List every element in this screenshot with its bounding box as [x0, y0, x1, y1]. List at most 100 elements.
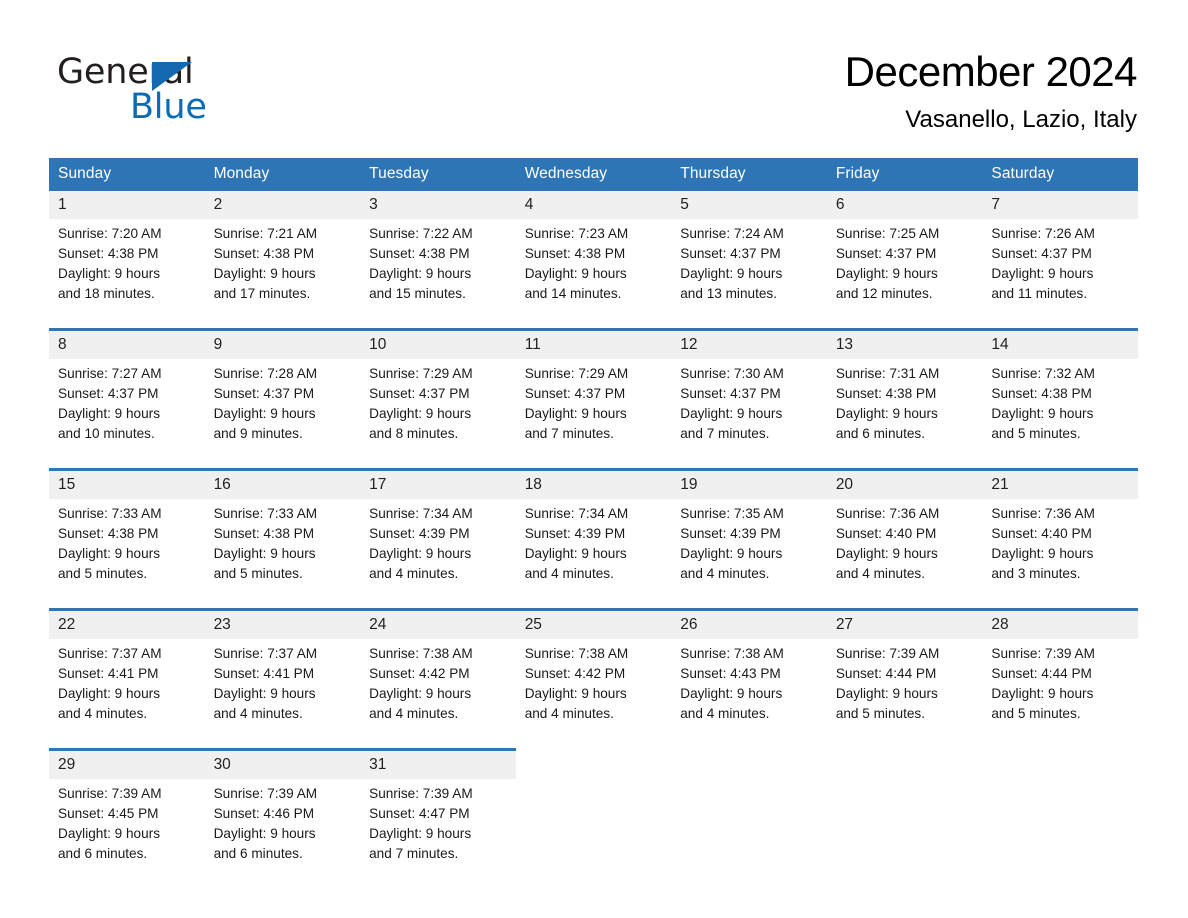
- day-details: Sunrise: 7:31 AM Sunset: 4:38 PM Daylight:…: [826, 359, 983, 470]
- day-daylight-2-text: and 7 minutes.: [369, 846, 459, 861]
- day-daylight-2-text: and 4 minutes.: [835, 566, 925, 581]
- day-details: Sunrise: 7:29 AM Sunset: 4:37 PM Daylight:…: [360, 359, 516, 470]
- day-number[interactable]: 9: [204, 328, 361, 359]
- day-sunset-text: Sunset: 4:46 PM: [213, 806, 315, 821]
- day-sunrise-text: Sunrise: 7:26 AM: [991, 226, 1095, 241]
- weekday-header-sunday: Sunday: [49, 158, 205, 191]
- day-number[interactable]: 11: [515, 328, 672, 359]
- day-sunrise-text: Sunrise: 7:38 AM: [524, 646, 629, 661]
- day-sunrise-text: Sunrise: 7:29 AM: [369, 366, 473, 381]
- day-number[interactable]: 15: [49, 468, 205, 499]
- day-number[interactable]: 22: [49, 608, 205, 639]
- day-number[interactable]: 14: [982, 328, 1138, 359]
- day-sunrise-text: Sunrise: 7:36 AM: [991, 506, 1095, 521]
- day-sunset-text: Sunset: 4:38 PM: [213, 246, 315, 261]
- day-sunset-text: Sunset: 4:38 PM: [991, 386, 1092, 401]
- day-number[interactable]: 25: [515, 608, 672, 639]
- day-details: Sunrise: 7:38 AM Sunset: 4:42 PM Daylight:…: [360, 639, 516, 750]
- day-daylight-1-text: Daylight: 9 hours: [680, 686, 783, 701]
- day-number[interactable]: 2: [204, 191, 361, 219]
- day-sunset-text: Sunset: 4:40 PM: [991, 526, 1092, 541]
- day-number[interactable]: 30: [204, 748, 361, 779]
- empty-cell: [516, 750, 672, 780]
- day-daylight-2-text: and 11 minutes.: [991, 286, 1088, 301]
- day-number[interactable]: 1: [49, 191, 205, 219]
- day-sunset-text: Sunset: 4:42 PM: [524, 666, 626, 681]
- day-sunrise-text: Sunrise: 7:22 AM: [369, 226, 473, 241]
- day-number[interactable]: 23: [204, 608, 361, 639]
- day-sunrise-text: Sunrise: 7:34 AM: [524, 506, 629, 521]
- day-number[interactable]: 31: [360, 748, 516, 779]
- day-sunrise-text: Sunrise: 7:36 AM: [835, 506, 940, 521]
- day-number[interactable]: 17: [360, 468, 516, 499]
- day-details: Sunrise: 7:39 AM Sunset: 4:45 PM Daylight:…: [49, 779, 205, 888]
- day-number[interactable]: 3: [360, 191, 516, 219]
- day-details: Sunrise: 7:36 AM Sunset: 4:40 PM Daylight:…: [982, 499, 1138, 610]
- day-sunrise-text: Sunrise: 7:39 AM: [213, 786, 318, 801]
- day-details: Sunrise: 7:39 AM Sunset: 4:44 PM Daylight:…: [982, 639, 1138, 750]
- logo-text-blue: Blue: [130, 87, 207, 127]
- day-daylight-2-text: and 12 minutes.: [835, 286, 933, 301]
- day-sunset-text: Sunset: 4:44 PM: [991, 666, 1092, 681]
- day-number[interactable]: 28: [982, 608, 1138, 639]
- day-number[interactable]: 12: [671, 328, 827, 359]
- week-detail-row: Sunrise: 7:37 AM Sunset: 4:41 PM Daylight:…: [49, 639, 1138, 750]
- day-sunrise-text: Sunrise: 7:39 AM: [991, 646, 1095, 661]
- day-number[interactable]: 4: [515, 191, 672, 219]
- day-details: Sunrise: 7:26 AM Sunset: 4:37 PM Daylight:…: [982, 219, 1138, 330]
- empty-cell: [982, 750, 1138, 780]
- day-daylight-1-text: Daylight: 9 hours: [991, 266, 1094, 281]
- day-number[interactable]: 21: [982, 468, 1138, 499]
- day-details: Sunrise: 7:34 AM Sunset: 4:39 PM Daylight:…: [360, 499, 516, 610]
- day-number[interactable]: 10: [360, 328, 516, 359]
- calendar-body: 1 2 3 4 5 6 7 Sunrise: 7:20 AM Sunset: 4:38 PM Da…: [49, 191, 1138, 888]
- day-daylight-1-text: Daylight: 9 hours: [835, 546, 938, 561]
- weekday-header-thursday: Thursday: [671, 158, 827, 191]
- day-number[interactable]: 29: [49, 748, 205, 779]
- day-sunset-text: Sunset: 4:38 PM: [835, 386, 937, 401]
- day-daylight-1-text: Daylight: 9 hours: [524, 686, 627, 701]
- day-details: Sunrise: 7:36 AM Sunset: 4:40 PM Daylight:…: [826, 499, 983, 610]
- day-sunrise-text: Sunrise: 7:37 AM: [213, 646, 318, 661]
- empty-cell: [982, 779, 1138, 888]
- calendar-header-row: Sunday Monday Tuesday Wednesday Thursday Frid…: [49, 158, 1138, 191]
- day-number[interactable]: 18: [515, 468, 672, 499]
- day-number[interactable]: 6: [826, 191, 983, 219]
- day-sunset-text: Sunset: 4:38 PM: [213, 526, 315, 541]
- page-header: General Blue December 2024 Vasanello, La…: [0, 0, 1188, 158]
- week-detail-row: Sunrise: 7:33 AM Sunset: 4:38 PM Daylight:…: [49, 499, 1138, 610]
- day-sunrise-text: Sunrise: 7:38 AM: [369, 646, 473, 661]
- day-sunset-text: Sunset: 4:38 PM: [524, 246, 626, 261]
- day-number[interactable]: 20: [826, 468, 983, 499]
- day-daylight-2-text: and 4 minutes.: [213, 706, 303, 721]
- day-number[interactable]: 5: [671, 191, 827, 219]
- day-daylight-2-text: and 4 minutes.: [680, 566, 770, 581]
- weekday-header-saturday: Saturday: [982, 158, 1138, 191]
- day-daylight-1-text: Daylight: 9 hours: [58, 266, 161, 281]
- day-sunset-text: Sunset: 4:42 PM: [369, 666, 470, 681]
- generalblue-logo[interactable]: General Blue: [57, 52, 317, 132]
- day-details: Sunrise: 7:39 AM Sunset: 4:47 PM Daylight:…: [360, 779, 516, 888]
- title-block: December 2024 Vasanello, Lazio, Italy: [845, 46, 1138, 134]
- day-sunrise-text: Sunrise: 7:23 AM: [524, 226, 629, 241]
- day-details: Sunrise: 7:38 AM Sunset: 4:42 PM Daylight:…: [515, 639, 672, 750]
- day-number[interactable]: 27: [826, 608, 983, 639]
- day-number[interactable]: 19: [671, 468, 827, 499]
- day-number[interactable]: 8: [49, 328, 205, 359]
- day-number[interactable]: 16: [204, 468, 361, 499]
- day-sunrise-text: Sunrise: 7:25 AM: [835, 226, 940, 241]
- day-sunset-text: Sunset: 4:37 PM: [680, 386, 781, 401]
- day-number[interactable]: 7: [982, 191, 1138, 219]
- day-daylight-2-text: and 4 minutes.: [524, 566, 614, 581]
- day-sunset-text: Sunset: 4:37 PM: [213, 386, 315, 401]
- day-daylight-1-text: Daylight: 9 hours: [213, 266, 316, 281]
- day-sunrise-text: Sunrise: 7:30 AM: [680, 366, 784, 381]
- day-number[interactable]: 24: [360, 608, 516, 639]
- location-subtitle: Vasanello, Lazio, Italy: [905, 106, 1137, 133]
- day-number[interactable]: 26: [671, 608, 827, 639]
- day-number[interactable]: 13: [826, 328, 983, 359]
- day-details: Sunrise: 7:30 AM Sunset: 4:37 PM Daylight:…: [671, 359, 827, 470]
- day-daylight-2-text: and 6 minutes.: [213, 846, 303, 861]
- day-details: Sunrise: 7:37 AM Sunset: 4:41 PM Daylight:…: [204, 639, 361, 750]
- day-sunset-text: Sunset: 4:37 PM: [835, 246, 937, 261]
